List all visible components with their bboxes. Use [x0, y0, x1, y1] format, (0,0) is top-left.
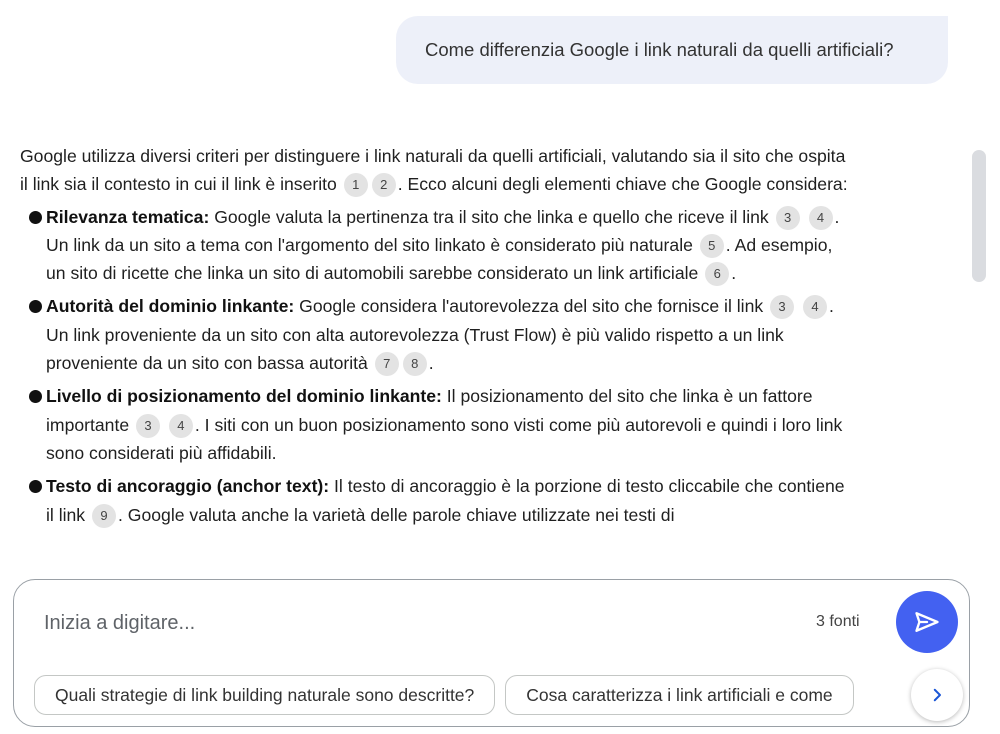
chat-input[interactable]	[44, 607, 764, 639]
chevron-right-icon	[933, 688, 941, 702]
citation-3[interactable]: 3	[775, 205, 800, 230]
citation-6[interactable]: 6	[705, 262, 730, 287]
citation-3[interactable]: 3	[770, 295, 795, 320]
user-message-text: Come differenzia Google i link naturali …	[425, 39, 894, 60]
item-title: Livello di posizionamento del dominio li…	[46, 386, 442, 407]
sources-count[interactable]: 3 fonti	[816, 613, 860, 631]
send-icon	[915, 612, 939, 632]
item-text: . I siti con un buon posizionamento sono…	[46, 414, 843, 463]
user-message-bubble: Come differenzia Google i link naturali …	[396, 16, 948, 84]
item-title: Autorità del dominio linkante:	[46, 296, 295, 317]
scrollbar-thumb[interactable]	[972, 150, 986, 282]
list-item: Rilevanza tematica: Google valuta la per…	[20, 203, 850, 288]
answer-intro: Google utilizza diversi criteri per dist…	[20, 142, 850, 199]
suggestion-chips: Quali strategie di link building natural…	[34, 675, 914, 717]
citation-9[interactable]: 9	[92, 503, 116, 528]
next-suggestions-button[interactable]	[911, 669, 963, 721]
chat-scroll-area[interactable]: Google utilizza diversi criteri per dist…	[0, 100, 970, 582]
citation-1[interactable]: 1	[343, 173, 368, 198]
citation-8[interactable]: 8	[402, 352, 427, 377]
assistant-answer: Google utilizza diversi criteri per dist…	[20, 142, 850, 534]
citation-2[interactable]: 2	[371, 173, 396, 198]
scrollbar[interactable]	[972, 150, 986, 286]
suggestion-chip[interactable]: Quali strategie di link building natural…	[34, 675, 496, 715]
item-text: . Google valuta anche la varietà delle p…	[118, 504, 675, 525]
citation-3[interactable]: 3	[136, 413, 161, 438]
send-button[interactable]	[896, 591, 958, 653]
citation-4[interactable]: 4	[168, 413, 193, 438]
citation-4[interactable]: 4	[808, 205, 833, 230]
citation-4[interactable]: 4	[802, 295, 827, 320]
item-text: Google considera l'autorevolezza del sit…	[294, 296, 764, 317]
criteria-list: Rilevanza tematica: Google valuta la per…	[20, 203, 850, 529]
chat-input-card: 3 fonti Quali strategie di link building…	[13, 579, 970, 727]
item-title: Testo di ancoraggio (anchor text):	[46, 476, 330, 497]
suggestion-chip[interactable]: Cosa caratterizza i link artificiali e c…	[505, 675, 854, 715]
answer-intro-text-end: . Ecco alcuni degli elementi chiave che …	[397, 174, 848, 195]
list-item: Autorità del dominio linkante: Google co…	[20, 292, 850, 377]
citation-7[interactable]: 7	[374, 352, 399, 377]
item-title: Rilevanza tematica:	[46, 206, 210, 227]
item-text: .	[428, 353, 434, 374]
item-text: .	[731, 263, 737, 284]
item-text: Google valuta la pertinenza tra il sito …	[209, 206, 769, 227]
list-item: Livello di posizionamento del dominio li…	[20, 382, 850, 467]
citation-5[interactable]: 5	[699, 233, 724, 258]
list-item: Testo di ancoraggio (anchor text): Il te…	[20, 472, 850, 529]
